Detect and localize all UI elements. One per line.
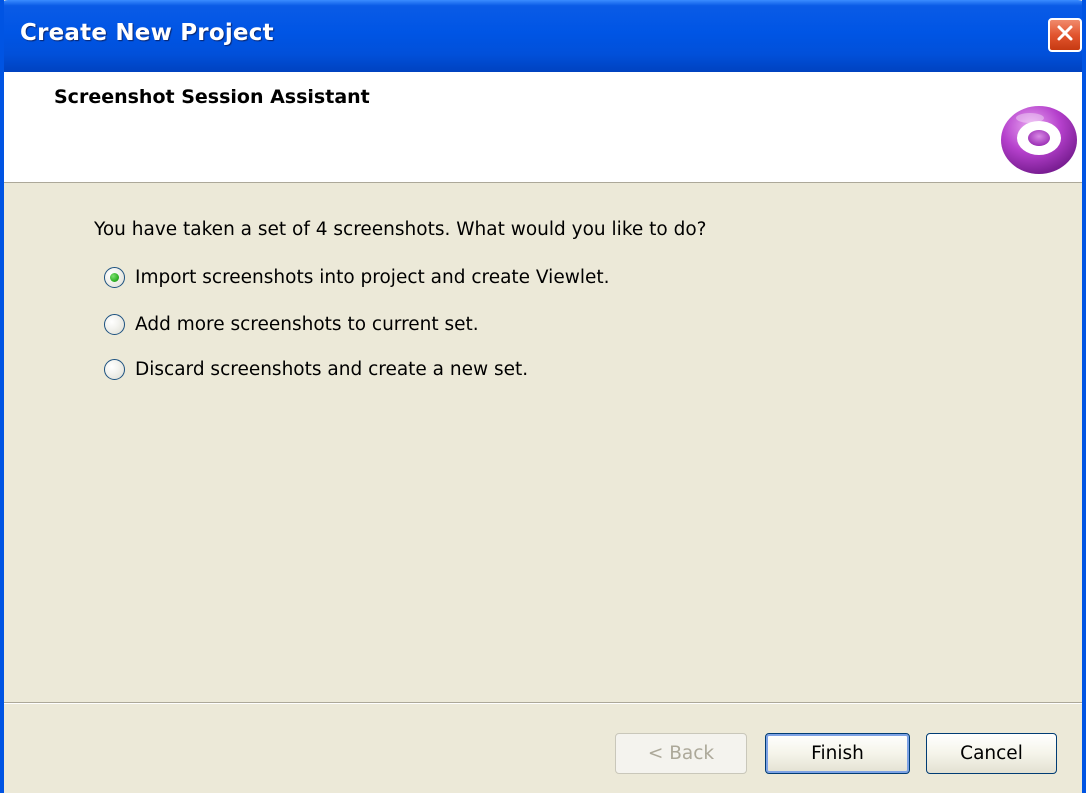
wizard-header: Screenshot Session Assistant	[4, 72, 1082, 183]
option-import-radio[interactable]: Import screenshots into project and crea…	[104, 263, 610, 291]
option-add-more-radio[interactable]: Add more screenshots to current set.	[104, 310, 479, 338]
close-button[interactable]	[1048, 18, 1082, 52]
option-discard-label[interactable]: Discard screenshots and create a new set…	[135, 359, 528, 380]
wizard-content: You have taken a set of 4 screenshots. W…	[4, 183, 1082, 701]
option-import-label[interactable]: Import screenshots into project and crea…	[135, 267, 610, 288]
option-discard-radio[interactable]: Discard screenshots and create a new set…	[104, 355, 528, 383]
radio-button[interactable]	[104, 313, 125, 335]
radio-button[interactable]	[104, 358, 125, 380]
cancel-button[interactable]: Cancel	[926, 733, 1057, 774]
back-button[interactable]: < Back	[615, 733, 747, 774]
window-title: Create New Project	[20, 20, 274, 46]
prompt-text: You have taken a set of 4 screenshots. W…	[94, 219, 707, 240]
footer-separator	[4, 702, 1082, 704]
create-new-project-dialog: Create New Project Screenshot Session As…	[0, 0, 1086, 793]
viewlet-logo-icon	[994, 96, 1080, 176]
close-icon	[1056, 24, 1074, 46]
option-add-more-label[interactable]: Add more screenshots to current set.	[135, 314, 479, 335]
finish-button[interactable]: Finish	[765, 733, 910, 774]
header-title: Screenshot Session Assistant	[54, 86, 370, 108]
radio-button-selected[interactable]	[104, 266, 125, 288]
title-bar[interactable]: Create New Project	[4, 0, 1082, 72]
radio-selected-dot	[110, 272, 119, 282]
